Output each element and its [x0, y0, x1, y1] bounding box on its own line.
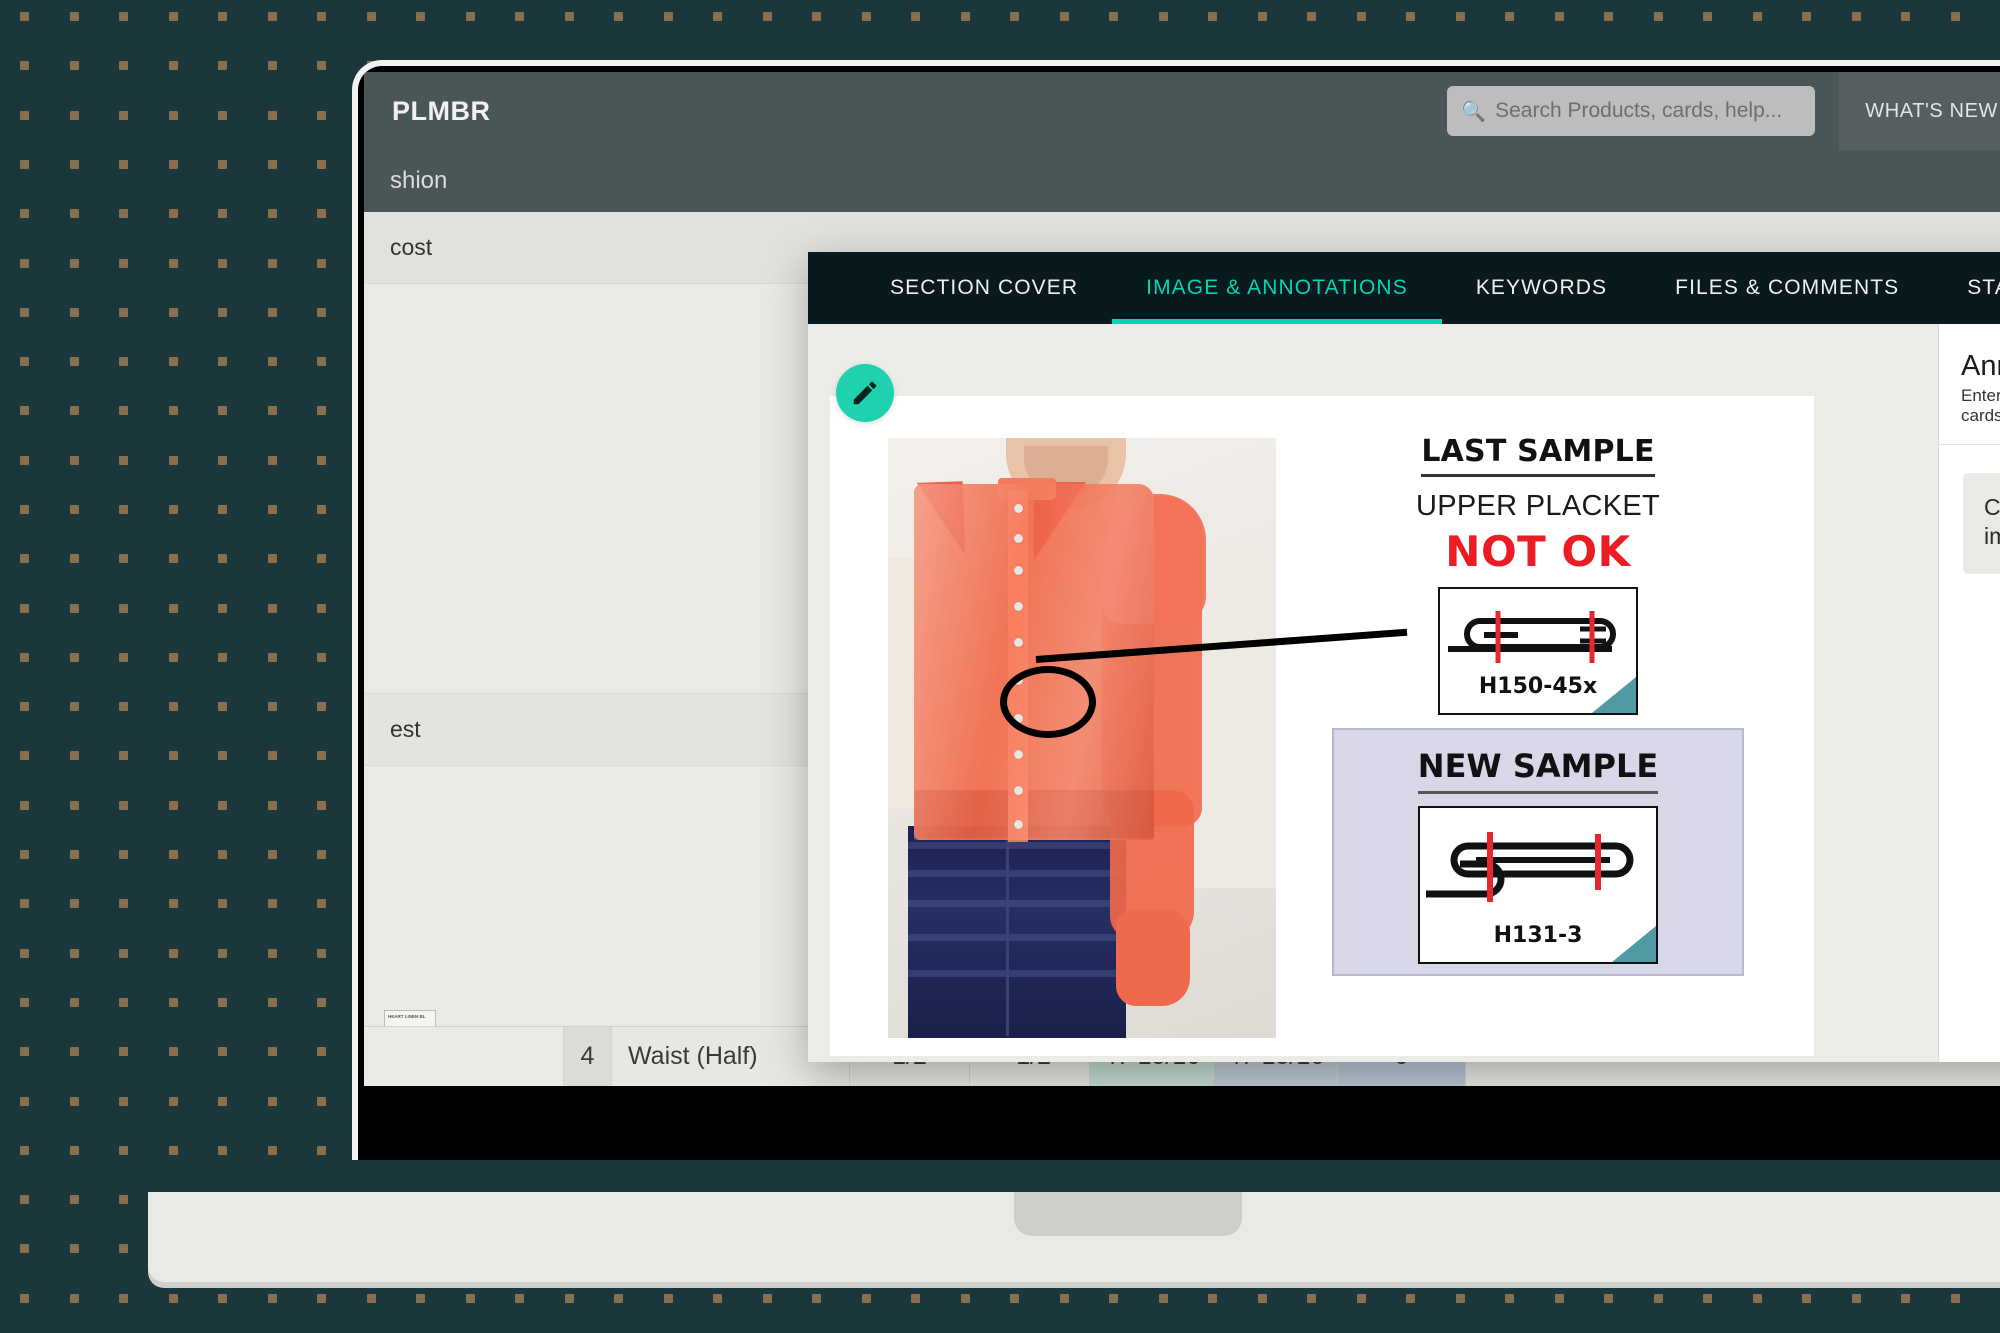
annotations-title: Annotations [1961, 350, 2000, 382]
search-placeholder: Search Products, cards, help... [1495, 99, 1783, 122]
tab-files-and-comments[interactable]: FILES & COMMENTS [1641, 252, 1933, 324]
search-input[interactable]: 🔍 Search Products, cards, help... [1447, 86, 1816, 136]
last-sample-spec-box: H150-45x [1438, 587, 1638, 715]
new-sample-block: NEW SAMPLE H131-3 [1332, 728, 1744, 976]
laptop-screen: PLMBR 🔍 Search Products, cards, help... … [364, 72, 2000, 1086]
tab-keywords[interactable]: KEYWORDS [1442, 252, 1641, 324]
breadcrumb-text: shion [390, 167, 448, 194]
table-gutter [364, 1027, 564, 1086]
new-sample-spec-box: H131-3 [1418, 806, 1658, 964]
whats-new-label: WHAT'S NEW [1865, 99, 1998, 122]
app-row-cost-label: cost [390, 234, 433, 260]
callout-circle[interactable] [1000, 666, 1096, 738]
annotated-image[interactable]: LAST SAMPLE UPPER PLACKET NOT OK H150-45… [830, 396, 1814, 1056]
laptop-mockup: PLMBR 🔍 Search Products, cards, help... … [148, 60, 2000, 1282]
document-thumbnail-title: HEART LINEN BL [388, 1014, 426, 1019]
new-sample-title: NEW SAMPLE [1417, 747, 1659, 794]
laptop-lid: PLMBR 🔍 Search Products, cards, help... … [352, 60, 2000, 1160]
last-sample-block: LAST SAMPLE UPPER PLACKET NOT OK H150-45… [1412, 434, 1664, 715]
last-sample-title: LAST SAMPLE [1421, 434, 1655, 477]
annotations-panel: Annotations Enter comments below or use … [1938, 324, 2000, 1062]
search-icon: 🔍 [1461, 100, 1487, 123]
whats-new-button[interactable]: WHAT'S NEW [1839, 72, 2000, 150]
app-row-estimate-label: est [390, 716, 421, 742]
annotations-list: Click or drag lines on the image to add … [1939, 445, 2000, 574]
modal-body: LAST SAMPLE UPPER PLACKET NOT OK H150-45… [808, 324, 2000, 1062]
app-logo[interactable]: PLMBR [392, 96, 491, 127]
modal-header: SECTION COVER IMAGE & ANNOTATIONS KEYWOR… [808, 252, 2000, 324]
annotations-empty-hint: Click or drag lines on the image to add … [1963, 473, 2000, 574]
annotations-subtitle: Enter comments below or use # to tag oth… [1961, 386, 2000, 425]
edit-pencil-icon[interactable] [836, 364, 894, 422]
table-cell-index[interactable]: 4 [564, 1027, 612, 1086]
tab-section-cover[interactable]: SECTION COVER [856, 252, 1112, 324]
annotations-header: Annotations Enter comments below or use … [1939, 324, 2000, 445]
last-sample-status: NOT OK [1445, 527, 1631, 576]
laptop-trackpad-notch [1014, 1192, 1242, 1236]
tab-status-and-dates[interactable]: STATUS & DATES [1933, 252, 2000, 324]
new-sample-spec-code: H131-3 [1493, 923, 1583, 948]
last-sample-subtitle: UPPER PLACKET [1415, 490, 1661, 522]
app-topbar: PLMBR 🔍 Search Products, cards, help... … [364, 72, 2000, 150]
breadcrumb[interactable]: shion [364, 150, 2000, 212]
sample-photo [888, 438, 1276, 1038]
image-canvas-pane: LAST SAMPLE UPPER PLACKET NOT OK H150-45… [808, 324, 1938, 1062]
tab-image-and-annotations[interactable]: IMAGE & ANNOTATIONS [1112, 252, 1442, 324]
laptop-base [148, 1192, 2000, 1282]
modal-tabs: SECTION COVER IMAGE & ANNOTATIONS KEYWOR… [808, 252, 2000, 324]
last-sample-spec-code: H150-45x [1478, 674, 1598, 699]
image-annotations-modal: SECTION COVER IMAGE & ANNOTATIONS KEYWOR… [808, 252, 2000, 1062]
